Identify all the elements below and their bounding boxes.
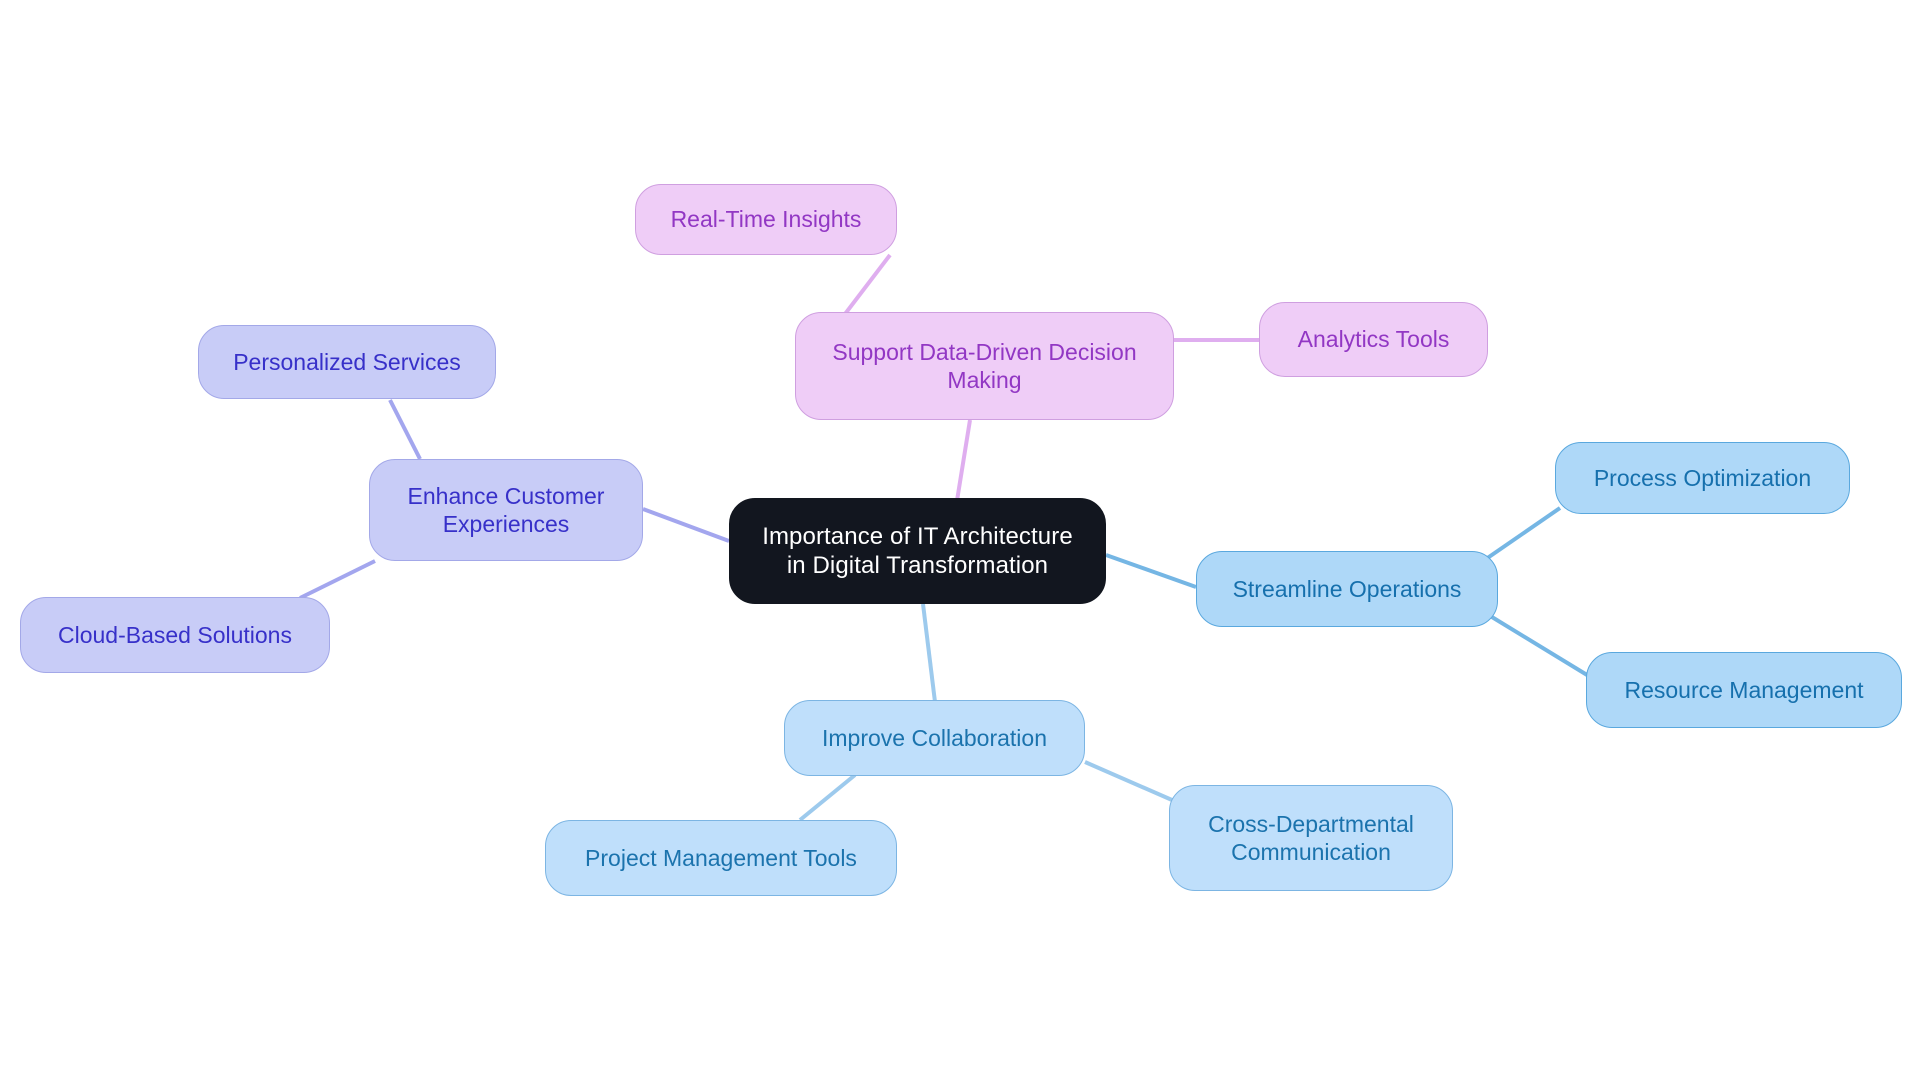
edge-improve-to-cross-departmental-communication [1084,760,1173,802]
edge-enhance-to-cloud-based-solutions [299,559,376,600]
node-cloud-based-solutions[interactable]: Cloud-Based Solutions [20,597,330,673]
node-improve-collaboration[interactable]: Improve Collaboration [784,700,1085,776]
edge-enhance-to-personalized-services [388,399,422,460]
edge-root-to-enhance-customer-experiences [642,507,730,543]
edge-improve-to-project-management-tools [798,773,857,822]
mindmap-canvas: Importance of IT Architecture in Digital… [0,0,1920,1083]
edge-root-to-improve-collaboration [921,603,937,703]
edge-streamline-to-resource-management [1485,612,1594,680]
node-cross-departmental-communication[interactable]: Cross-Departmental Communication [1169,785,1453,891]
node-enhance-customer-experiences[interactable]: Enhance Customer Experiences [369,459,643,561]
node-project-management-tools[interactable]: Project Management Tools [545,820,897,896]
node-analytics-tools[interactable]: Analytics Tools [1259,302,1488,377]
edge-root-to-streamline-operations [1105,553,1197,589]
node-process-optimization[interactable]: Process Optimization [1555,442,1850,514]
node-real-time-insights[interactable]: Real-Time Insights [635,184,897,255]
node-resource-management[interactable]: Resource Management [1586,652,1902,728]
node-support-data-driven-decision-making[interactable]: Support Data-Driven Decision Making [795,312,1174,420]
node-root[interactable]: Importance of IT Architecture in Digital… [729,498,1106,604]
edge-streamline-to-process-optimization [1484,506,1562,561]
node-personalized-services[interactable]: Personalized Services [198,325,496,399]
node-streamline-operations[interactable]: Streamline Operations [1196,551,1498,627]
